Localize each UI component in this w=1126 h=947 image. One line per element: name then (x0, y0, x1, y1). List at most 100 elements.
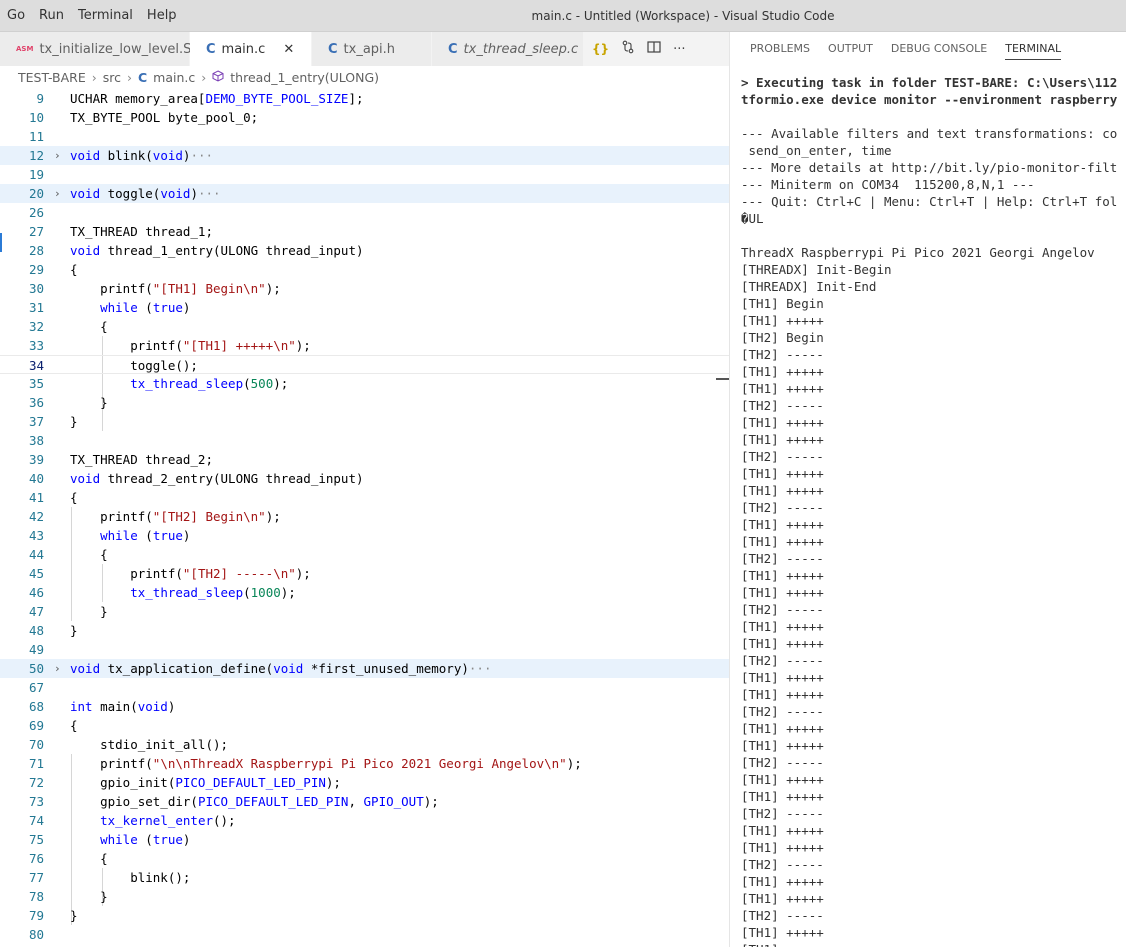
breadcrumb-root[interactable]: TEST-BARE (18, 70, 86, 85)
code-text: printf("[TH2] -----\n"); (70, 566, 311, 581)
terminal-line: [TH1] +++++ (741, 568, 824, 583)
code-line[interactable]: 11 (0, 127, 729, 146)
code-line[interactable]: 72 gpio_init(PICO_DEFAULT_LED_PIN); (0, 773, 729, 792)
tab-debug-console[interactable]: DEBUG CONSOLE (891, 32, 987, 66)
tab-label: main.c (221, 41, 266, 57)
compare-changes-icon[interactable] (621, 40, 635, 58)
code-line[interactable]: 67 (0, 678, 729, 697)
code-line[interactable]: 39 TX_THREAD thread_2; (0, 450, 729, 469)
terminal-output[interactable]: > Executing task in folder TEST-BARE: C:… (741, 74, 1126, 947)
code-text: UCHAR memory_area[DEMO_BYTE_POOL_SIZE]; (70, 91, 364, 106)
code-line[interactable]: 9 UCHAR memory_area[DEMO_BYTE_POOL_SIZE]; (0, 89, 729, 108)
split-editor-icon[interactable] (647, 40, 661, 58)
code-line[interactable]: 45 printf("[TH2] -----\n"); (0, 564, 729, 583)
tab-terminal[interactable]: TERMINAL (1005, 32, 1062, 66)
code-line[interactable]: 12 › void blink(void)··· (0, 146, 729, 165)
code-line[interactable]: 76 { (0, 849, 729, 868)
line-number: 34 (28, 358, 44, 373)
terminal-line: [TH1] +++++ (741, 381, 824, 396)
code-line[interactable]: 42 printf("[TH2] Begin\n"); (0, 507, 729, 526)
fold-chevron-icon[interactable]: › (54, 659, 61, 678)
line-number: 71 (28, 756, 44, 771)
folded-ellipsis-icon[interactable]: ··· (198, 186, 221, 201)
code-line[interactable]: 50 › void tx_application_define(void *firs… (0, 659, 729, 678)
code-line[interactable]: 30 printf("[TH1] Begin\n"); (0, 279, 729, 298)
window-title: main.c - Untitled (Workspace) - Visual S… (531, 9, 835, 23)
tab-problems[interactable]: PROBLEMS (750, 32, 810, 66)
tab-output[interactable]: OUTPUT (828, 32, 873, 66)
line-number: 79 (28, 908, 44, 923)
asm-file-icon: ASM (16, 45, 34, 53)
terminal-line: [THREADX] Init-End (741, 279, 877, 294)
code-text: int main(void) (70, 699, 176, 714)
code-line[interactable]: 43 while (true) (0, 526, 729, 545)
code-line[interactable]: 80 (0, 925, 729, 944)
folded-ellipsis-icon[interactable]: ··· (469, 661, 492, 676)
terminal-line: [TH2] ----- (741, 755, 824, 770)
breadcrumb-symbol[interactable]: thread_1_entry(ULONG) (230, 70, 379, 85)
terminal-line: [TH1] +++++ (741, 364, 824, 379)
code-line[interactable]: 20 › void toggle(void)··· (0, 184, 729, 203)
code-line[interactable]: 29 { (0, 260, 729, 279)
tab-tx-initialize-low-level[interactable]: ASM tx_initialize_low_level.S (0, 32, 191, 66)
breadcrumb-file[interactable]: main.c (153, 70, 195, 85)
code-editor[interactable]: 9 UCHAR memory_area[DEMO_BYTE_POOL_SIZE];… (0, 89, 729, 947)
fold-chevron-icon[interactable]: › (54, 184, 61, 203)
code-line[interactable]: 71 printf("\n\nThreadX Raspberrypi Pi Pi… (0, 754, 729, 773)
code-text: toggle(); (70, 358, 198, 373)
folded-ellipsis-icon[interactable]: ··· (190, 148, 213, 163)
tab-main-c[interactable]: C main.c ✕ (190, 32, 312, 66)
chevron-right-icon: › (126, 69, 132, 85)
tab-tx-thread-sleep-c[interactable]: C tx_thread_sleep.c (432, 32, 584, 66)
code-text: } (70, 604, 108, 619)
terminal-line: [TH2] ----- (741, 653, 824, 668)
code-line[interactable]: 33 printf("[TH1] +++++\n"); (0, 336, 729, 355)
code-line[interactable]: 37} (0, 412, 729, 431)
code-line[interactable]: 35 tx_thread_sleep(500); (0, 374, 729, 393)
terminal-line: [TH1] +++++ (741, 483, 824, 498)
fold-chevron-icon[interactable]: › (54, 146, 61, 165)
terminal-line: [TH2] ----- (741, 857, 824, 872)
code-line[interactable]: 49 (0, 640, 729, 659)
code-line[interactable]: 36 } (0, 393, 729, 412)
code-line[interactable]: 78 } (0, 887, 729, 906)
code-line[interactable]: 40 void thread_2_entry(ULONG thread_input… (0, 469, 729, 488)
code-line[interactable]: 27 TX_THREAD thread_1; (0, 222, 729, 241)
code-line[interactable]: 46 tx_thread_sleep(1000); (0, 583, 729, 602)
code-line[interactable]: 38 (0, 431, 729, 450)
breadcrumb-folder[interactable]: src (103, 70, 121, 85)
code-text: { (70, 490, 78, 505)
code-line[interactable]: 75 while (true) (0, 830, 729, 849)
code-line[interactable]: 74 tx_kernel_enter(); (0, 811, 729, 830)
code-line[interactable]: 31 while (true) (0, 298, 729, 317)
code-line[interactable]: 10 TX_BYTE_POOL byte_pool_0; (0, 108, 729, 127)
code-line[interactable]: 26 (0, 203, 729, 222)
json-braces-icon[interactable]: {} (592, 42, 609, 56)
code-line[interactable]: 32 { (0, 317, 729, 336)
code-line[interactable]: 68 int main(void) (0, 697, 729, 716)
code-line[interactable]: 34 toggle(); (0, 355, 729, 374)
code-line[interactable]: 19 (0, 165, 729, 184)
code-line[interactable]: 79} (0, 906, 729, 925)
c-file-icon: C (448, 41, 458, 57)
code-text: void thread_1_entry(ULONG thread_input) (70, 243, 364, 258)
code-text: void blink(void)··· (70, 148, 214, 163)
code-line[interactable]: 41 { (0, 488, 729, 507)
more-actions-icon[interactable]: ··· (673, 42, 685, 57)
code-line[interactable]: 70 stdio_init_all(); (0, 735, 729, 754)
c-file-icon: C (137, 69, 148, 85)
code-line[interactable]: 73 gpio_set_dir(PICO_DEFAULT_LED_PIN, GP… (0, 792, 729, 811)
code-line[interactable]: 44 { (0, 545, 729, 564)
code-line[interactable]: 48} (0, 621, 729, 640)
tab-tx-api-h[interactable]: C tx_api.h (312, 32, 432, 66)
method-cube-icon (212, 69, 224, 85)
close-icon[interactable]: ✕ (283, 42, 294, 57)
line-number: 70 (28, 737, 44, 752)
code-line[interactable]: 47 } (0, 602, 729, 621)
code-line[interactable]: 28 void thread_1_entry(ULONG thread_input… (0, 241, 729, 260)
terminal-line: [TH2] ----- (741, 347, 824, 362)
code-line[interactable]: 69 { (0, 716, 729, 735)
terminal-line: [TH1] +++++ (741, 636, 824, 651)
code-line[interactable]: 77 blink(); (0, 868, 729, 887)
c-file-icon: C (328, 41, 338, 57)
